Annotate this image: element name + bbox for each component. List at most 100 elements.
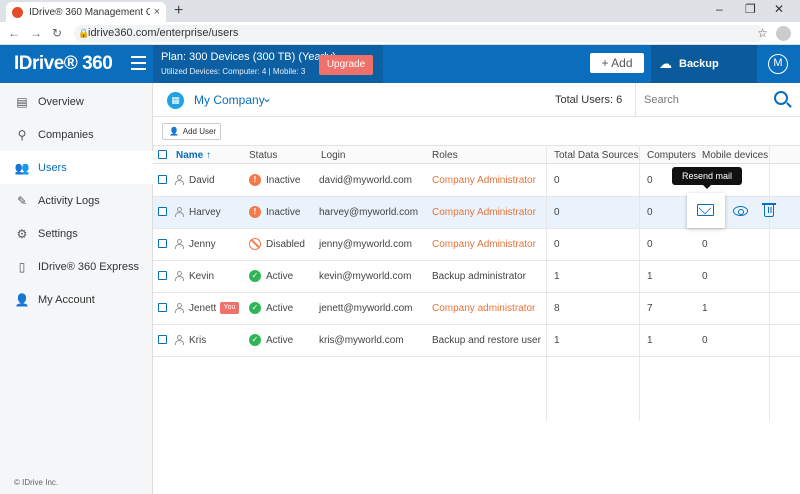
table-row[interactable]: Kevin ✓ Active kevin@myworld.com Backup admi… [153,261,800,293]
search-box [635,83,800,117]
company-selector[interactable]: My Company [194,93,265,107]
total-users: Total Users: 6 [555,94,623,106]
companies-icon: ⚲ [17,127,27,142]
sidebar-item-activity-logs[interactable]: ✎ Activity Logs [0,184,153,217]
user-icon [175,175,184,185]
status-text: Active [266,271,294,282]
search-input[interactable] [644,92,764,108]
view-icon[interactable] [733,206,748,216]
table-row[interactable]: Kris ✓ Active kris@myworld.com Backup and re… [153,325,800,357]
browser-tab[interactable]: IDrive® 360 Management Conso × [6,2,166,22]
total-data-sources: 8 [554,303,560,314]
search-icon[interactable] [774,91,788,105]
bookmark-star-icon[interactable]: ☆ [757,25,768,42]
table-header: Name ↑ Status Login Roles Total Data Sou… [153,145,800,164]
delete-icon[interactable] [762,203,776,217]
column-header-mobile-devices: Mobile devices [702,150,769,161]
total-data-sources: 0 [554,175,560,186]
browser-profile-icon[interactable] [776,26,791,41]
user-icon [175,271,184,281]
select-all-checkbox[interactable] [158,150,167,159]
reload-icon[interactable]: ↻ [52,26,62,40]
total-data-sources: 1 [554,335,560,346]
add-user-icon: 👤 [169,127,179,136]
computers-count: 0 [647,239,653,250]
window-close-icon[interactable]: ✕ [774,2,784,16]
favicon-icon [12,6,23,18]
sidebar-item-label: Overview [38,95,84,108]
status-icon: ✓ [249,302,261,314]
sidebar-item-my-account[interactable]: 👤 My Account [0,283,153,316]
resend-mail-tooltip: Resend mail [672,167,742,189]
user-icon [175,303,184,313]
upgrade-button[interactable]: Upgrade [319,55,373,75]
express-icon: ▯ [18,259,26,274]
row-checkbox[interactable] [158,239,167,248]
hamburger-menu-icon[interactable] [131,56,146,70]
column-header-status: Status [249,150,278,161]
resend-mail-icon [697,204,714,216]
total-data-sources: 0 [554,207,560,218]
chevron-down-icon[interactable]: ⌄ [262,91,272,105]
url-text: idrive360.com/enterprise/users [88,27,239,39]
avatar[interactable]: M [768,54,788,74]
sidebar-item-label: Users [38,161,67,174]
add-user-label: Add User [182,127,217,136]
role: Backup and restore user [432,335,541,346]
column-header-computers: Computers [647,150,696,161]
idrive-logo[interactable]: IDrive® 360 [14,53,113,75]
user-name: Jenett [189,303,217,314]
row-checkbox[interactable] [158,175,167,184]
table-row[interactable]: Jenett You ✓ Active jenett@myworld.com Compan… [153,293,800,325]
account-icon: 👤 [14,292,30,307]
status-icon: ✓ [249,270,261,282]
status-text: Active [266,335,294,346]
computers-count: 7 [647,303,653,314]
login-email: jenny@myworld.com [319,239,412,250]
resend-mail-button[interactable] [687,193,725,228]
sidebar-item-overview[interactable]: ▤ Overview [0,85,153,118]
user-name: Harvey [189,207,221,218]
sidebar-item-label: My Account [38,293,95,306]
sidebar-item-companies[interactable]: ⚲ Companies [0,118,153,151]
login-email: jenett@myworld.com [319,303,413,314]
row-checkbox[interactable] [158,303,167,312]
role: Company Administrator [432,207,536,218]
maximize-icon[interactable]: ❐ [745,2,756,16]
table-row[interactable]: Jenny Disabled jenny@myworld.com Company Ad… [153,229,800,261]
add-user-button[interactable]: 👤 Add User [162,123,221,140]
address-bar: ← → ↻ 🔒 idrive360.com/enterprise/users ☆ [0,22,800,45]
user-name: David [189,175,215,186]
status-icon [249,238,261,250]
sidebar-item-settings[interactable]: ⚙ Settings [0,217,153,250]
login-email: kris@myworld.com [319,335,404,346]
sidebar-item-users[interactable]: 👥 Users [0,151,153,184]
mobile-devices-count: 0 [702,239,708,250]
minimize-icon[interactable]: – [716,2,723,16]
row-checkbox[interactable] [158,335,167,344]
add-button[interactable]: + Add [590,53,644,73]
computers-count: 0 [647,207,653,218]
activity-logs-icon: ✎ [16,193,28,208]
status-icon: ! [249,174,261,186]
backup-console-button[interactable]: ☁ Backup Console [651,45,757,108]
computers-count: 1 [647,335,653,346]
mobile-devices-count: 0 [702,271,708,282]
url-field[interactable]: 🔒 idrive360.com/enterprise/users ☆ [74,25,768,42]
user-icon [175,239,184,249]
sidebar-item-label: Settings [38,227,78,240]
sidebar-item-express[interactable]: ▯ IDrive® 360 Express [0,250,153,283]
column-header-name[interactable]: Name ↑ [176,150,211,161]
new-tab-button[interactable]: + [174,2,183,20]
total-data-sources: 1 [554,271,560,282]
forward-icon[interactable]: → [30,26,42,40]
back-icon[interactable]: ← [8,26,20,40]
browser-tab-bar: IDrive® 360 Management Conso × + – ❐ ✕ [0,0,800,22]
close-tab-icon[interactable]: × [154,6,160,18]
row-checkbox[interactable] [158,207,167,216]
app-header: IDrive® 360 Plan: 300 Devices (300 TB) (… [0,45,800,108]
login-email: kevin@myworld.com [319,271,412,282]
company-bar: ▦ My Company ⌄ Total Users: 6 [153,83,800,117]
row-checkbox[interactable] [158,271,167,280]
main-content: ▦ My Company ⌄ Total Users: 6 👤 Add User… [153,83,800,494]
